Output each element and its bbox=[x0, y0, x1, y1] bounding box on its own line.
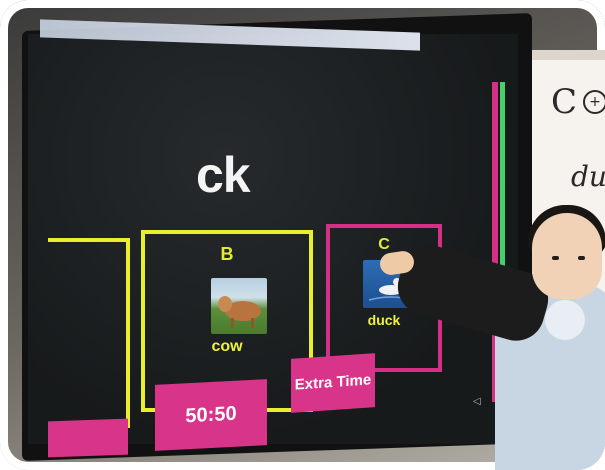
whiteboard-letter-c: C bbox=[551, 82, 578, 122]
answer-card-a[interactable] bbox=[48, 238, 130, 428]
plus-icon: + bbox=[583, 90, 605, 114]
speaker-icon: ◁ bbox=[473, 396, 481, 407]
extra-time-button[interactable]: Extra Time bbox=[291, 353, 375, 413]
fifty-fifty-button[interactable]: 50:50 bbox=[155, 379, 267, 451]
child-eye-left bbox=[552, 256, 559, 260]
lifeline-button-partial[interactable] bbox=[48, 418, 128, 458]
photo-frame: C + du ck B cow C duck 50:50 Extra Time … bbox=[0, 0, 605, 470]
child-collar bbox=[545, 300, 585, 340]
card-word-cow: cow bbox=[211, 338, 243, 355]
phonics-title: ck bbox=[196, 147, 251, 203]
cow-image bbox=[211, 278, 267, 334]
smart-board-screen: ck B cow C duck bbox=[28, 34, 518, 444]
child-eye-right bbox=[578, 256, 585, 260]
whiteboard-word: du bbox=[571, 160, 605, 193]
child-face bbox=[532, 213, 602, 299]
card-letter-b: B bbox=[220, 244, 234, 264]
